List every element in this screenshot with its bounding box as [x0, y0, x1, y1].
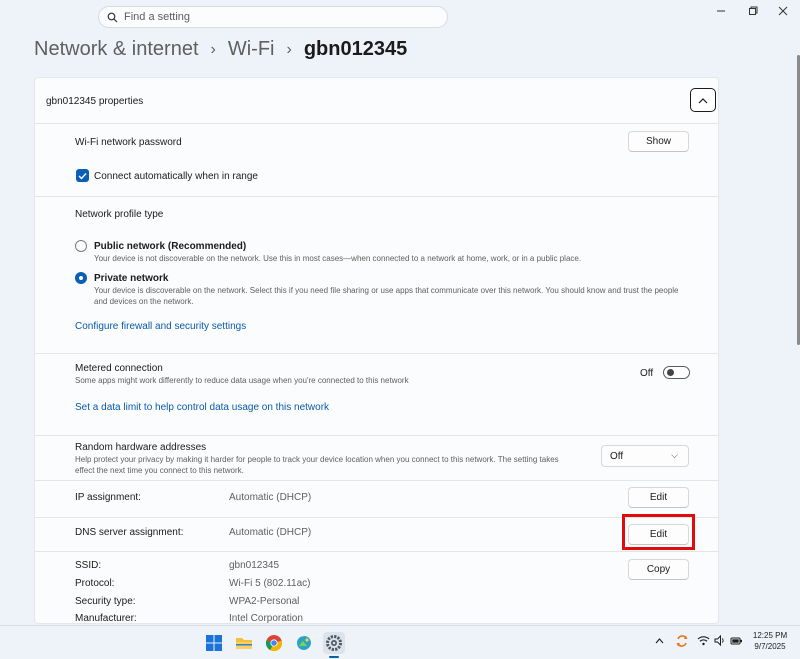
data-limit-link[interactable]: Set a data limit to help control data us… — [75, 402, 329, 413]
speaker-icon — [714, 634, 724, 647]
metered-toggle[interactable] — [663, 366, 690, 379]
metered-state-label: Off — [640, 368, 654, 379]
settings-button[interactable] — [323, 632, 345, 654]
restore-icon — [749, 6, 758, 15]
toggle-knob — [667, 369, 674, 376]
random-hw-desc: Help protect your privacy by making it h… — [75, 455, 559, 475]
maximize-button[interactable] — [738, 3, 768, 19]
close-icon — [778, 6, 788, 16]
show-hidden-icons-button[interactable] — [655, 636, 664, 647]
protocol-value: Wi-Fi 5 (802.11ac) — [229, 578, 311, 589]
firewall-settings-link[interactable]: Configure firewall and security settings — [75, 321, 246, 332]
ssid-value: gbn012345 — [229, 560, 280, 571]
taskbar: 12:25 PM 9/7/2025 — [0, 625, 800, 659]
network-details: SSID: gbn012345 Protocol: Wi-Fi 5 (802.1… — [35, 551, 718, 624]
network-profile-section: Network profile type Public network (Rec… — [35, 196, 718, 354]
settings-icon — [326, 635, 342, 651]
show-password-button[interactable]: Show — [628, 131, 689, 152]
photos-icon — [297, 636, 311, 650]
metered-section: Metered connection Some apps might work … — [35, 353, 718, 436]
chevron-up-icon — [698, 97, 708, 103]
ip-assignment-label: IP assignment: — [75, 492, 141, 503]
public-network-label[interactable]: Public network (Recommended) — [94, 241, 246, 252]
collapse-button[interactable] — [690, 88, 716, 112]
manufacturer-value: Intel Corporation — [229, 613, 303, 624]
breadcrumb-separator: › — [210, 40, 216, 58]
checkmark-icon — [78, 172, 87, 180]
ip-assignment-value: Automatic (DHCP) — [229, 492, 312, 503]
battery-icon — [730, 637, 742, 645]
card-title: gbn012345 properties — [46, 96, 144, 107]
highlight-box — [622, 514, 695, 550]
ip-assignment-section: IP assignment: Automatic (DHCP) Edit — [35, 480, 718, 518]
public-network-desc: Your device is not discoverable on the n… — [94, 254, 582, 263]
random-hw-section: Random hardware addresses Help protect y… — [35, 435, 718, 481]
random-hw-label: Random hardware addresses — [75, 442, 207, 453]
minimize-button[interactable] — [706, 3, 736, 19]
windows-start-icon — [206, 635, 222, 651]
network-tray-button[interactable] — [697, 635, 710, 649]
private-network-desc: Your device is discoverable on the netwo… — [94, 286, 679, 306]
dns-assignment-value: Automatic (DHCP) — [229, 527, 312, 538]
close-button[interactable] — [768, 3, 798, 19]
password-section: Wi-Fi network password Show Connect auto… — [35, 124, 718, 197]
breadcrumb: Network & internet › Wi-Fi › gbn012345 — [34, 38, 407, 61]
chevron-down-icon: ⌵ — [671, 450, 678, 460]
file-explorer-icon — [236, 638, 252, 649]
sync-tray-button[interactable] — [675, 634, 689, 651]
auto-connect-label[interactable]: Connect automatically when in range — [94, 171, 258, 182]
sync-icon — [676, 635, 688, 647]
profile-heading: Network profile type — [75, 209, 164, 220]
metered-desc: Some apps might work differently to redu… — [75, 376, 409, 385]
manufacturer-label: Manufacturer: — [75, 613, 137, 624]
protocol-label: Protocol: — [75, 578, 115, 589]
breadcrumb-wifi[interactable]: Wi-Fi — [228, 38, 275, 61]
search-icon — [107, 12, 118, 22]
search-placeholder: Find a setting — [124, 11, 191, 23]
properties-card: gbn012345 properties Wi-Fi network passw… — [34, 77, 719, 624]
password-label: Wi-Fi network password — [75, 137, 182, 148]
card-header[interactable]: gbn012345 properties — [35, 78, 718, 124]
clock-date: 9/7/2025 — [754, 642, 786, 651]
security-type-value: WPA2-Personal — [229, 596, 300, 607]
chevron-up-icon — [655, 638, 664, 644]
wifi-icon — [697, 636, 710, 646]
breadcrumb-network-internet[interactable]: Network & internet — [34, 38, 199, 61]
auto-connect-checkbox[interactable] — [76, 169, 89, 182]
start-button[interactable] — [203, 632, 225, 654]
private-network-label[interactable]: Private network — [94, 273, 168, 284]
dns-assignment-label: DNS server assignment: — [75, 527, 184, 538]
chrome-button[interactable] — [263, 632, 285, 654]
clock-time: 12:25 PM — [752, 631, 788, 640]
public-network-radio[interactable] — [75, 240, 87, 252]
security-type-label: Security type: — [75, 596, 136, 607]
metered-label: Metered connection — [75, 363, 163, 374]
breadcrumb-separator: › — [286, 40, 292, 58]
page-title: gbn012345 — [303, 38, 408, 60]
volume-tray-button[interactable] — [714, 634, 726, 649]
ssid-label: SSID: — [75, 560, 102, 571]
search-input[interactable]: Find a setting — [98, 6, 448, 28]
photos-button[interactable] — [293, 632, 315, 654]
file-explorer-button[interactable] — [233, 632, 255, 654]
chrome-icon — [265, 635, 283, 652]
ip-edit-button[interactable]: Edit — [628, 487, 689, 508]
random-hw-select[interactable]: Off ⌵ — [601, 445, 689, 467]
copy-button[interactable]: Copy — [628, 559, 689, 580]
minimize-icon — [717, 10, 725, 12]
taskbar-clock[interactable]: 12:25 PM 9/7/2025 — [746, 630, 794, 652]
battery-tray-button[interactable] — [730, 635, 743, 649]
private-network-radio[interactable] — [75, 272, 87, 284]
dns-assignment-section: DNS server assignment: Automatic (DHCP) … — [35, 517, 718, 552]
random-hw-value: Off — [610, 450, 624, 462]
